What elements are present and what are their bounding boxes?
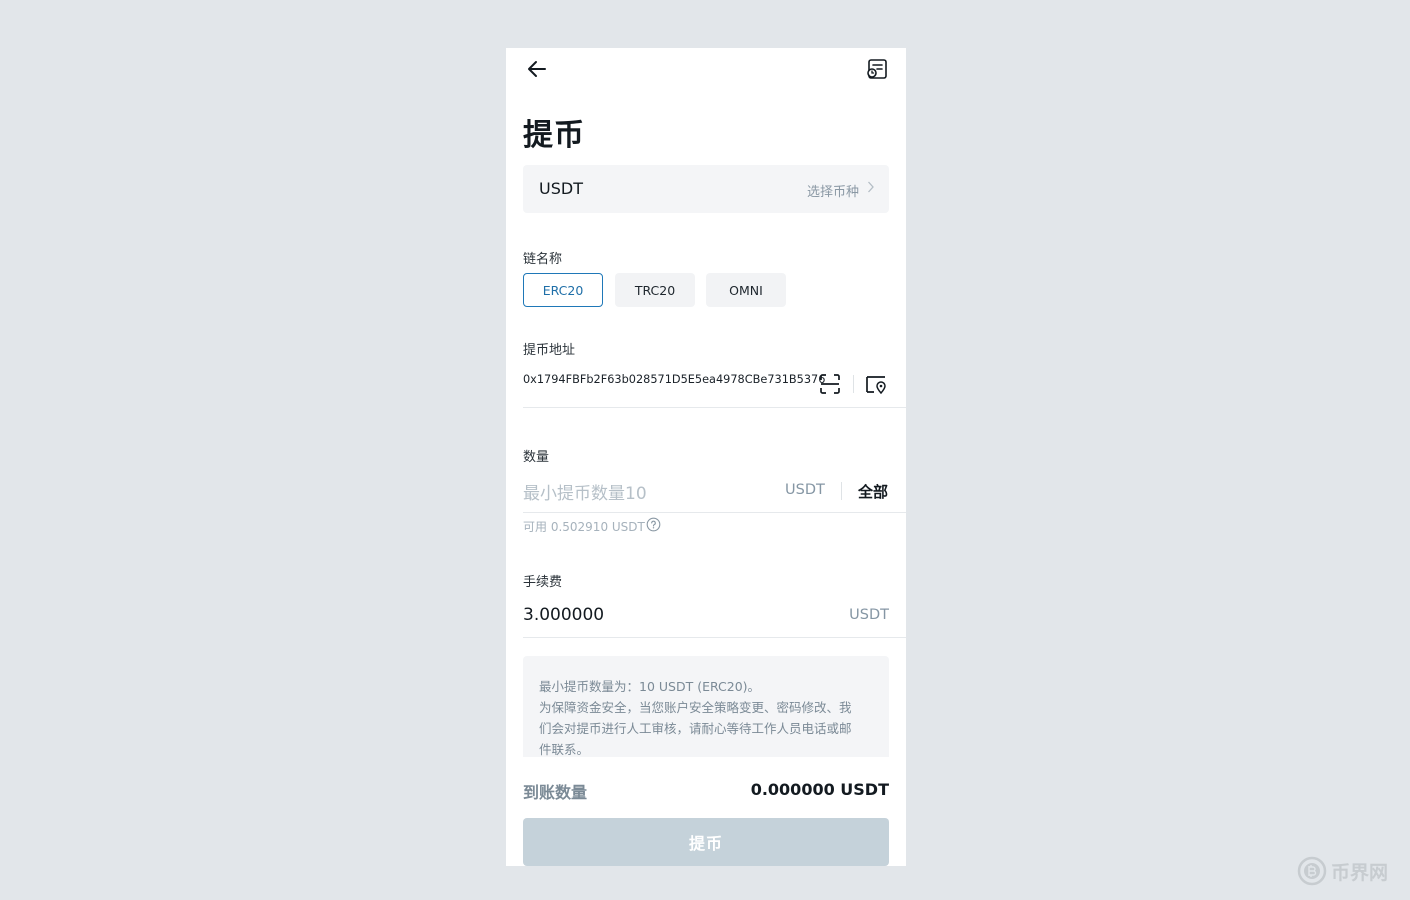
question-circle-icon xyxy=(646,517,661,532)
receive-label: 到账数量 xyxy=(523,783,588,802)
fee-unit: USDT xyxy=(849,607,889,623)
withdraw-all-button[interactable]: 全部 xyxy=(858,481,888,502)
address-book-button[interactable] xyxy=(864,372,888,396)
address-book-icon xyxy=(866,376,886,395)
chevron-right-icon xyxy=(868,181,874,193)
watermark-text: 币界网 xyxy=(1331,861,1389,884)
address-underline xyxy=(523,407,906,408)
chain-option-omni[interactable]: OMNI xyxy=(706,273,786,307)
page-title: 提币 xyxy=(523,118,585,153)
help-button[interactable] xyxy=(646,517,661,532)
address-divider xyxy=(853,375,854,393)
fee-underline xyxy=(523,637,906,638)
withdraw-records-button[interactable] xyxy=(864,56,890,82)
amount-unit: USDT xyxy=(785,482,825,498)
receive-amount: 0.000000 USDT xyxy=(750,780,889,799)
address-label: 提币地址 xyxy=(523,343,576,358)
notice-line: 最小提币数量为：10 USDT (ERC20)。 xyxy=(539,679,761,694)
scan-icon xyxy=(820,374,840,394)
amount-input[interactable]: 最小提币数量10 xyxy=(523,479,647,504)
scan-button[interactable] xyxy=(818,372,842,396)
chain-label: 链名称 xyxy=(523,252,563,267)
notice-line: 们会对提币进行人工审核，请耐心等待工作人员电话或邮 xyxy=(539,721,852,736)
amount-label: 数量 xyxy=(523,450,550,465)
chain-option-erc20[interactable]: ERC20 xyxy=(523,273,603,307)
address-input[interactable]: 0x1794FBFb2F63b028571D5E5ea4978CBe731B53… xyxy=(523,373,825,386)
withdraw-submit-button[interactable]: 提币 xyxy=(523,818,889,866)
fee-label: 手续费 xyxy=(523,575,563,590)
watermark: 币界网 xyxy=(1297,856,1388,886)
amount-divider xyxy=(841,482,842,500)
amount-underline xyxy=(523,512,906,513)
coin-selector[interactable]: USDT 选择币种 xyxy=(523,165,889,213)
withdraw-notice: 最小提币数量为：10 USDT (ERC20)。 为保障资金安全，当您账户安全策… xyxy=(523,656,889,757)
chain-option-trc20[interactable]: TRC20 xyxy=(615,273,695,307)
records-icon xyxy=(867,59,887,79)
notice-line: 件联系。 xyxy=(539,742,590,757)
available-balance: 可用 0.502910 USDT xyxy=(523,520,645,534)
back-button[interactable] xyxy=(524,56,550,82)
fee-value: 3.000000 xyxy=(523,605,605,625)
watermark-logo-icon xyxy=(1297,856,1327,886)
withdraw-screen: 提币 USDT 选择币种 链名称 ERC20 TRC20 OMNI 提币地址 0… xyxy=(506,48,906,866)
arrow-left-icon xyxy=(528,61,546,77)
coin-name: USDT xyxy=(539,179,583,198)
notice-line: 为保障资金安全，当您账户安全策略变更、密码修改、我 xyxy=(539,700,852,715)
coin-select-hint: 选择币种 xyxy=(806,185,859,200)
